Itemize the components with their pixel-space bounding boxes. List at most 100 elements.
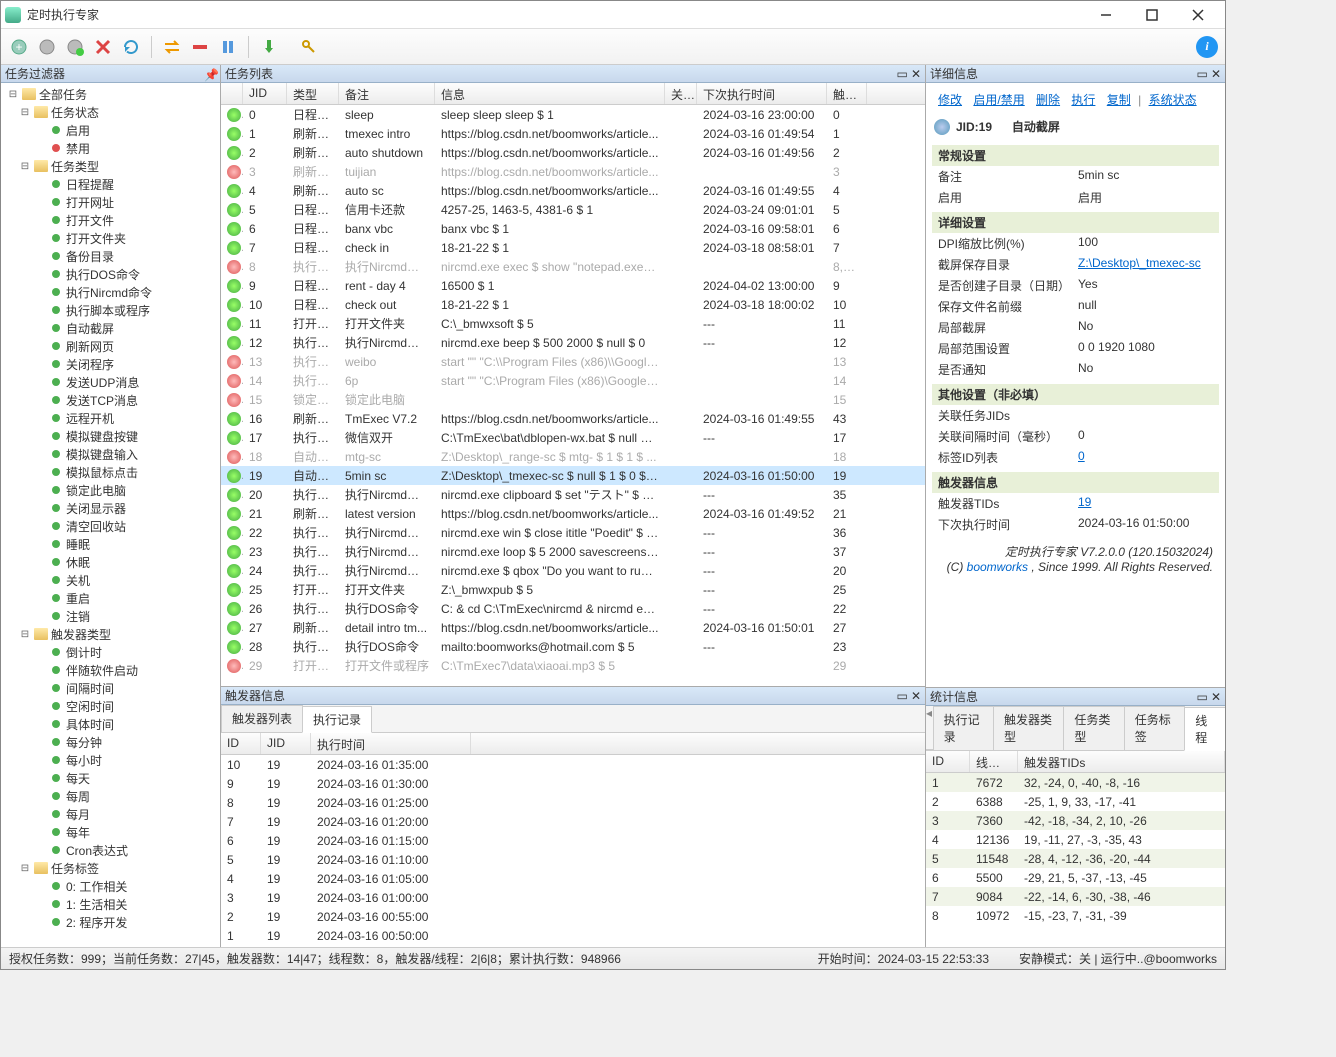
tree-node[interactable]: 执行DOS命令 [1, 265, 220, 283]
tree-node[interactable]: 重启 [1, 589, 220, 607]
tree-node[interactable]: 关闭程序 [1, 355, 220, 373]
tree-node[interactable]: 发送TCP消息 [1, 391, 220, 409]
tree-node[interactable]: 伴随软件启动 [1, 661, 220, 679]
task-row[interactable]: 4刷新网...auto schttps://blog.csdn.net/boom… [221, 181, 925, 200]
task-row[interactable]: 19自动截...5min scZ:\Desktop\_tmexec-sc $ n… [221, 466, 925, 485]
tree-node[interactable]: 1: 生活相关 [1, 895, 220, 913]
tree-node[interactable]: 每天 [1, 769, 220, 787]
tree-node[interactable]: 刷新网页 [1, 337, 220, 355]
delete-icon[interactable] [91, 35, 115, 59]
swap-icon[interactable] [160, 35, 184, 59]
task-row[interactable]: 2刷新网...auto shutdownhttps://blog.csdn.ne… [221, 143, 925, 162]
tab-stats-log[interactable]: 执行记录 [933, 706, 994, 750]
pause-icon[interactable] [216, 35, 240, 59]
trig-row[interactable]: 2192024-03-16 00:55:00 [221, 907, 925, 926]
task-row[interactable]: 1刷新网...tmexec introhttps://blog.csdn.net… [221, 124, 925, 143]
task-row[interactable]: 15锁定此...锁定此电脑15 [221, 390, 925, 409]
tree-node[interactable]: 打开网址 [1, 193, 220, 211]
tree-node[interactable]: 关机 [1, 571, 220, 589]
tree-node[interactable]: ⊟任务状态 [1, 103, 220, 121]
maximize-pane-icon[interactable]: ▭ [897, 689, 908, 703]
stats-row[interactable]: 1767232, -24, 0, -40, -8, -16 [926, 773, 1225, 792]
trig-row[interactable]: 1192024-03-16 00:50:00 [221, 926, 925, 945]
tree-node[interactable]: 发送UDP消息 [1, 373, 220, 391]
maximize-pane-icon[interactable]: ▭ [897, 67, 908, 81]
maximize-pane-icon[interactable]: ▭ [1197, 67, 1208, 81]
tab-trigger-list[interactable]: 触发器列表 [221, 705, 303, 732]
tree-node[interactable]: 执行Nircmd命令 [1, 283, 220, 301]
task-row[interactable]: 7日程提...check in18-21-22 $ 12024-03-18 08… [221, 238, 925, 257]
task-row[interactable]: 0日程提...sleepsleep sleep sleep $ 12024-03… [221, 105, 925, 124]
stats-row[interactable]: 511548-28, 4, -12, -36, -20, -44 [926, 849, 1225, 868]
pin-icon[interactable]: 📌 [204, 68, 216, 80]
task-row[interactable]: 28执行D...执行DOS命令mailto:boomworks@hotmail.… [221, 637, 925, 656]
export-icon[interactable] [257, 35, 281, 59]
tree-node[interactable]: 清空回收站 [1, 517, 220, 535]
task-row[interactable]: 20执行Ni...执行Nircmd命令nircmd.exe clipboard … [221, 485, 925, 504]
maximize-button[interactable] [1135, 4, 1169, 26]
tree-node[interactable]: ⊟任务标签 [1, 859, 220, 877]
stats-rows[interactable]: 1767232, -24, 0, -40, -8, -1626388-25, 1… [926, 773, 1225, 947]
tab-stats-tasktype[interactable]: 任务类型 [1063, 706, 1124, 750]
stats-row[interactable]: 810972-15, -23, 7, -31, -39 [926, 906, 1225, 925]
tree-node[interactable]: Cron表达式 [1, 841, 220, 859]
maximize-pane-icon[interactable]: ▭ [1197, 690, 1208, 704]
link-dir[interactable]: Z:\Desktop\_tmexec-sc [1078, 256, 1201, 270]
trig-row[interactable]: 7192024-03-16 01:20:00 [221, 812, 925, 831]
link-boomworks[interactable]: boomworks [967, 560, 1028, 574]
tree-node[interactable]: 禁用 [1, 139, 220, 157]
tree-node[interactable]: 执行脚本或程序 [1, 301, 220, 319]
gear-add-icon[interactable]: + [7, 35, 31, 59]
tree-node[interactable]: 日程提醒 [1, 175, 220, 193]
task-row[interactable]: 9日程提...rent - day 416500 $ 12024-04-02 1… [221, 276, 925, 295]
tree-node[interactable]: 具体时间 [1, 715, 220, 733]
task-row[interactable]: 18自动截...mtg-scZ:\Desktop\_range-sc $ mtg… [221, 447, 925, 466]
tree-node[interactable]: 自动截屏 [1, 319, 220, 337]
filter-tree[interactable]: ⊟全部任务⊟任务状态启用禁用⊟任务类型日程提醒打开网址打开文件打开文件夹备份目录… [1, 83, 220, 947]
minimize-button[interactable] [1089, 4, 1123, 26]
task-row[interactable]: 17执行脚...微信双开C:\TmExec\bat\dblopen-wx.bat… [221, 428, 925, 447]
tree-node[interactable]: 打开文件 [1, 211, 220, 229]
tree-node[interactable]: 锁定此电脑 [1, 481, 220, 499]
task-row[interactable]: 27刷新网...detail intro tm...https://blog.c… [221, 618, 925, 637]
link-tids[interactable]: 19 [1078, 495, 1091, 509]
tree-node[interactable]: 休眠 [1, 553, 220, 571]
close-pane-icon[interactable]: ✕ [1211, 690, 1221, 704]
tree-node[interactable]: 2: 程序开发 [1, 913, 220, 931]
tree-node[interactable]: 每小时 [1, 751, 220, 769]
tree-node[interactable]: 空闲时间 [1, 697, 220, 715]
link-edit[interactable]: 修改 [938, 93, 962, 107]
close-button[interactable] [1181, 4, 1215, 26]
tree-node[interactable]: 睡眠 [1, 535, 220, 553]
gear-enable-icon[interactable] [63, 35, 87, 59]
task-row[interactable]: 5日程提...信用卡还款4257-25, 1463-5, 4381-6 $ 12… [221, 200, 925, 219]
task-row[interactable]: 21刷新网...latest versionhttps://blog.csdn.… [221, 504, 925, 523]
task-row[interactable]: 22执行Ni...执行Nircmd命令nircmd.exe win $ clos… [221, 523, 925, 542]
tree-node[interactable]: 关闭显示器 [1, 499, 220, 517]
tree-node[interactable]: 每年 [1, 823, 220, 841]
link-exec[interactable]: 执行 [1071, 93, 1095, 107]
task-row[interactable]: 14执行D...6pstart "" "C:\Program Files (x8… [221, 371, 925, 390]
refresh-icon[interactable] [119, 35, 143, 59]
stats-row[interactable]: 41213619, -11, 27, -3, -35, 43 [926, 830, 1225, 849]
gear-edit-icon[interactable] [35, 35, 59, 59]
tree-node[interactable]: 0: 工作相关 [1, 877, 220, 895]
stats-row[interactable]: 79084-22, -14, 6, -30, -38, -46 [926, 887, 1225, 906]
tree-node[interactable]: ⊟任务类型 [1, 157, 220, 175]
info-icon[interactable]: i [1195, 35, 1219, 59]
task-row[interactable]: 29打开文...打开文件或程序C:\TmExec7\data\xiaoai.mp… [221, 656, 925, 675]
task-row[interactable]: 13执行D...weibostart "" "C:\\Program Files… [221, 352, 925, 371]
stats-row[interactable]: 37360-42, -18, -34, 2, 10, -26 [926, 811, 1225, 830]
task-row[interactable]: 24执行Ni...执行Nircmd命令nircmd.exe $ qbox "Do… [221, 561, 925, 580]
tree-node[interactable]: 备份目录 [1, 247, 220, 265]
tree-node[interactable]: 远程开机 [1, 409, 220, 427]
task-row[interactable]: 8执行Ni...执行Nircmd命令nircmd.exe exec $ show… [221, 257, 925, 276]
task-row[interactable]: 6日程提...banx vbcbanx vbc $ 12024-03-16 09… [221, 219, 925, 238]
task-row[interactable]: 10日程提...check out18-21-22 $ 12024-03-18 … [221, 295, 925, 314]
tree-node[interactable]: 模拟键盘按键 [1, 427, 220, 445]
tree-node[interactable]: 模拟鼠标点击 [1, 463, 220, 481]
task-row[interactable]: 16刷新网...TmExec V7.2https://blog.csdn.net… [221, 409, 925, 428]
close-pane-icon[interactable]: ✕ [911, 689, 921, 703]
stats-row[interactable]: 65500-29, 21, 5, -37, -13, -45 [926, 868, 1225, 887]
task-row[interactable]: 23执行Ni...执行Nircmd命令nircmd.exe loop $ 5 2… [221, 542, 925, 561]
